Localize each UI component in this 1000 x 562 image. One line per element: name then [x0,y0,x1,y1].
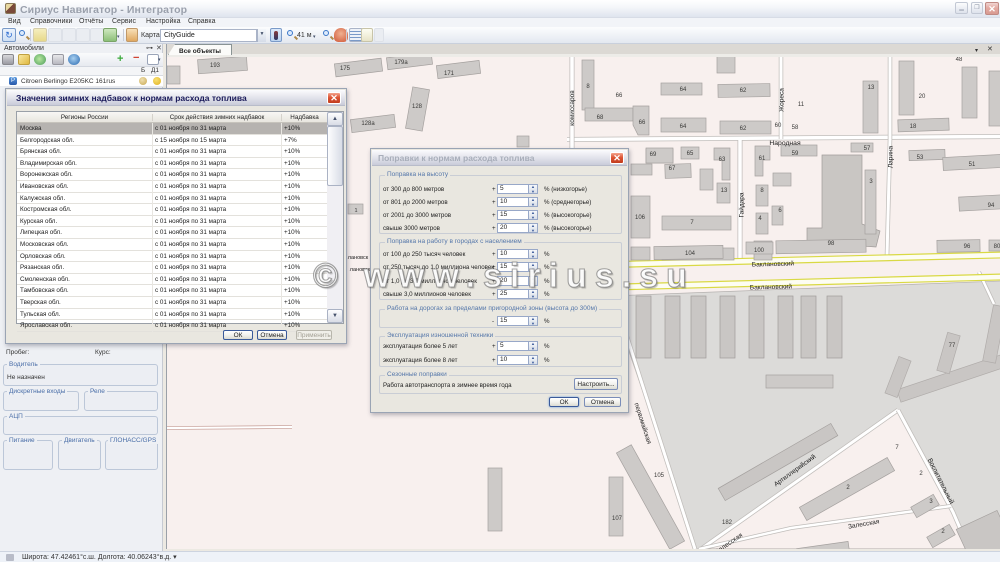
svg-text:62: 62 [740,88,747,94]
svg-text:60: 60 [775,123,782,129]
svg-text:63: 63 [719,157,726,163]
svg-text:комиссаров: комиссаров [569,90,576,126]
svg-text:20: 20 [919,94,926,100]
svg-text:106: 106 [635,215,646,221]
svg-text:175: 175 [340,66,351,72]
svg-text:66: 66 [616,93,623,99]
svg-text:193: 193 [210,63,221,69]
svg-text:100: 100 [754,248,765,254]
svg-text:11: 11 [798,102,805,108]
svg-text:128: 128 [412,104,423,110]
svg-text:64: 64 [680,124,687,130]
svg-text:171: 171 [444,71,455,77]
svg-text:182: 182 [722,520,733,526]
svg-text:69: 69 [650,152,657,158]
svg-text:57: 57 [864,146,871,152]
svg-text:13: 13 [868,85,875,91]
svg-text:96: 96 [964,244,971,250]
svg-text:68: 68 [597,115,604,121]
svg-text:51: 51 [969,162,976,168]
svg-text:105: 105 [654,473,665,479]
svg-text:80: 80 [994,244,1000,250]
svg-text:Ларина: Ларина [888,145,895,168]
svg-text:94: 94 [988,203,995,209]
svg-text:48: 48 [956,57,963,63]
svg-text:18: 18 [910,124,917,130]
svg-text:58: 58 [792,125,799,131]
svg-text:65: 65 [687,151,694,157]
svg-text:Гайдара: Гайдара [738,192,746,217]
svg-text:13: 13 [721,188,728,194]
svg-text:64: 64 [680,87,687,93]
svg-text:98: 98 [828,241,835,247]
svg-text:77: 77 [949,343,956,349]
svg-text:Баклановский: Баклановский [750,282,793,291]
svg-text:59: 59 [792,151,799,157]
svg-text:53: 53 [917,155,924,161]
svg-text:107: 107 [612,516,623,522]
svg-text:66: 66 [639,120,646,126]
svg-text:61: 61 [759,156,766,162]
svg-text:1: 1 [354,208,357,214]
svg-text:62: 62 [740,126,747,132]
svg-text:Баклановский: Баклановский [752,259,795,268]
svg-text:Жореса: Жореса [779,88,786,112]
svg-text:179а: 179а [394,60,408,66]
svg-text:128а: 128а [361,121,375,127]
svg-text:67: 67 [669,166,676,172]
svg-text:Народная: Народная [769,140,801,147]
